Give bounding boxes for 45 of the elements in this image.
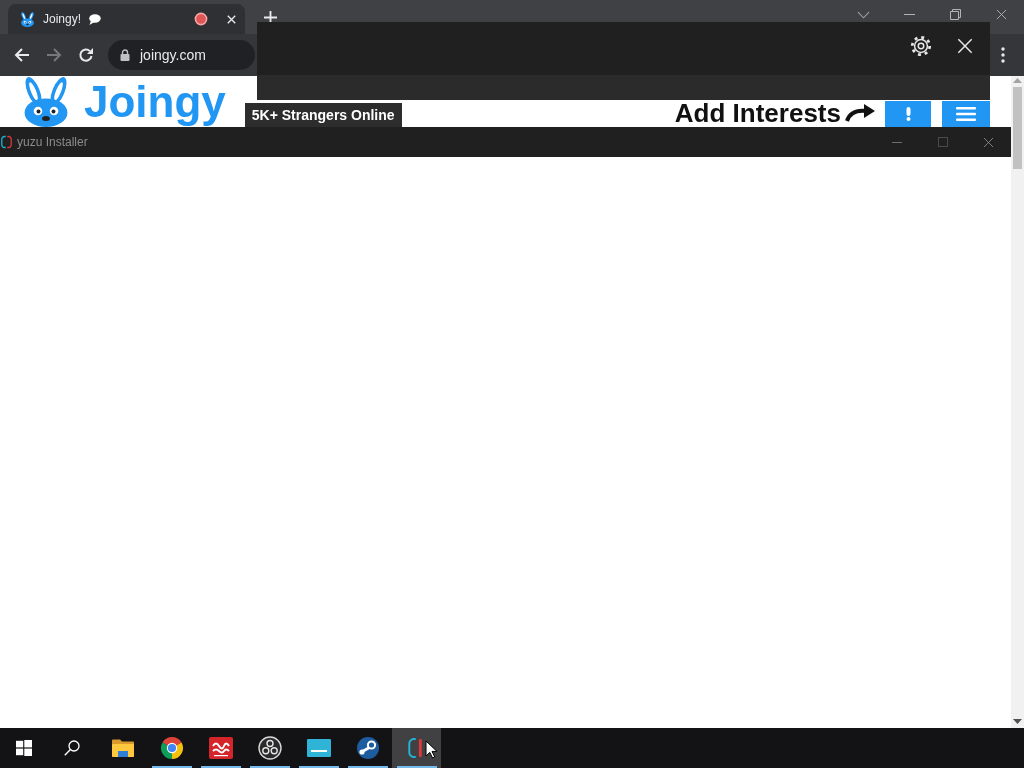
lock-icon [120,49,130,61]
settings-icon [910,35,932,57]
close-icon [995,9,1007,20]
logo-tile-icon [208,737,233,759]
piston-logo-icon [355,736,380,760]
rabbit-icon [19,11,36,27]
online-count-badge: 5K+ Strangers Online [244,103,402,127]
interests-label: Add Interests [674,99,841,127]
logo-text: Joingy [84,76,226,127]
ring-logo-icon [257,736,282,760]
scrollbar-thumb[interactable] [1013,87,1022,169]
scroll-up-arrow-icon [1013,78,1022,83]
search-icon [64,740,80,756]
alert-button[interactable] [885,101,931,127]
screen-icon [306,739,331,757]
close-icon [983,136,994,148]
speech-bubble-icon [88,13,102,25]
menu-icon [956,107,976,121]
close-icon [957,38,973,54]
forward-arrow-icon [46,47,62,63]
menu-button[interactable] [942,101,990,127]
start-icon [16,740,32,756]
taskbar-app-button[interactable] [392,728,441,768]
browser-tab[interactable]: Joingy! [8,4,245,34]
settings-button[interactable] [909,34,933,58]
scrollbar[interactable] [1011,76,1024,728]
minimize-icon [903,14,915,15]
reload-icon [78,47,94,63]
back-arrow-icon [14,47,30,63]
tricolor-circle-icon [159,736,184,760]
maximize-icon [938,137,948,147]
scroll-down-arrow-icon [1013,719,1022,724]
bracket-logo-icon [1,134,12,150]
plus-icon [263,10,277,24]
folder-icon [110,738,135,758]
restore-icon [949,9,961,20]
chevron-down-icon [856,10,870,19]
minimize-icon [892,141,902,143]
mouse-cursor-icon [425,740,438,759]
window-title: yuzu Installer [17,134,88,151]
exclamation-icon [905,107,911,121]
close-icon [226,14,236,24]
address-bar[interactable]: joingy.com [108,40,255,70]
vertical-dots-icon [1001,47,1005,63]
curved-arrow-icon [845,102,875,122]
